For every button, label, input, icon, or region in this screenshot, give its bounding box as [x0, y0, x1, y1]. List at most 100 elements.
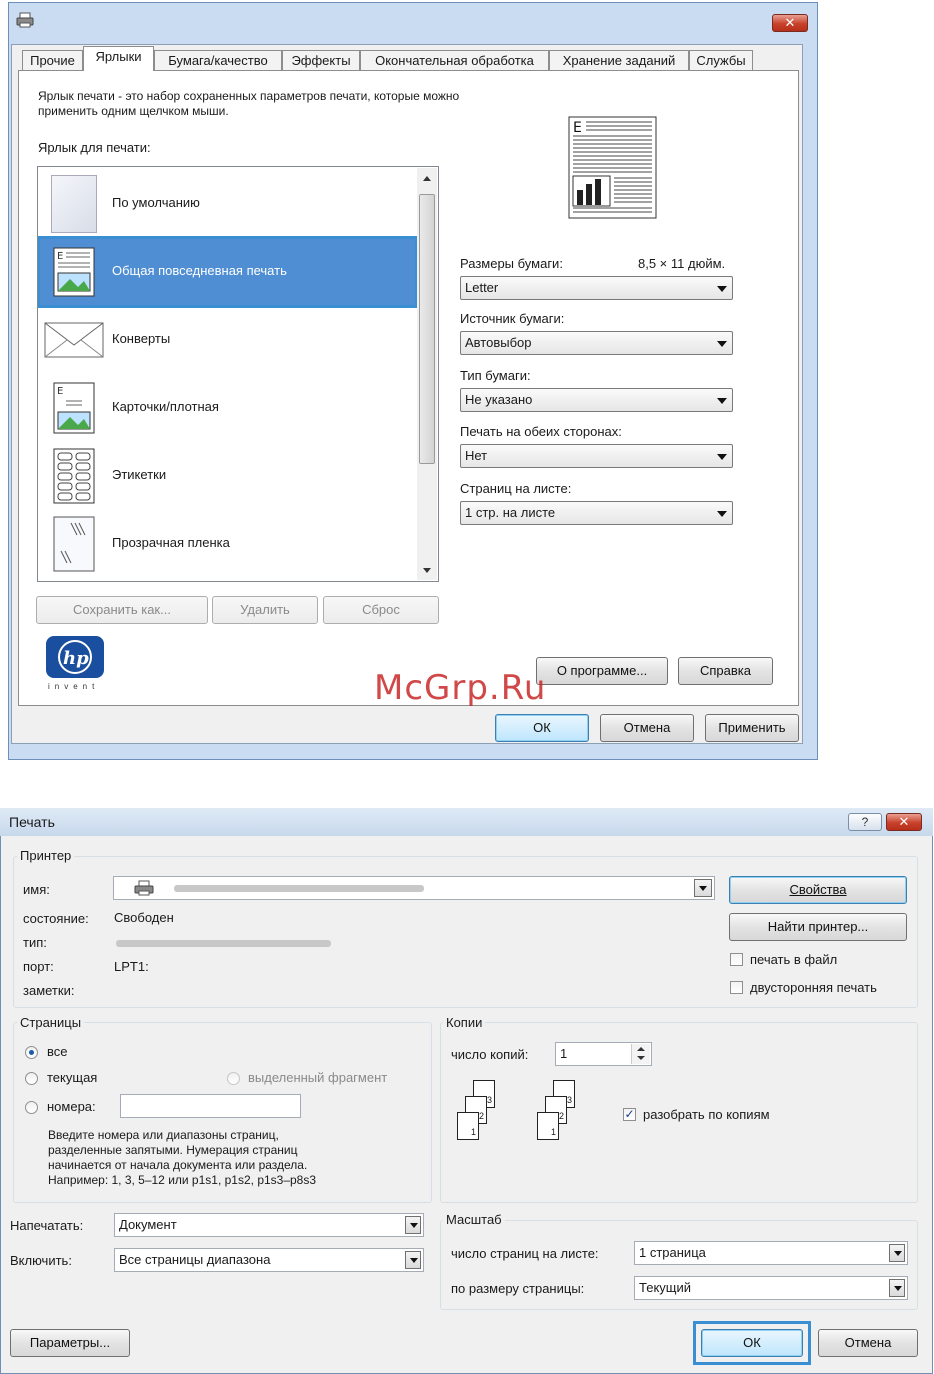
- collate-checkbox[interactable]: ✓: [623, 1108, 636, 1121]
- svg-text:hp: hp: [63, 648, 89, 669]
- selection-radio[interactable]: [227, 1072, 240, 1085]
- duplex-label-2: двусторонняя печать: [750, 980, 877, 995]
- chevron-down-icon: [717, 286, 727, 292]
- select-value: Все страницы диапазона: [119, 1252, 271, 1267]
- ok-button-2[interactable]: ОК: [701, 1329, 803, 1357]
- printer-icon: [16, 12, 34, 28]
- paper-source-select[interactable]: Автовыбор: [460, 331, 733, 355]
- hp-logo: hp invent: [44, 634, 106, 696]
- all-pages-radio[interactable]: [25, 1046, 38, 1059]
- tab-effects[interactable]: Эффекты: [282, 50, 360, 70]
- scale-select[interactable]: Текущий: [634, 1276, 908, 1300]
- include-select[interactable]: Все страницы диапазона: [114, 1248, 424, 1272]
- pages-hint-line-3: начинается от начала документа или разде…: [48, 1158, 308, 1172]
- select-value: Letter: [465, 280, 499, 295]
- shortcut-envelopes[interactable]: Конверты: [39, 306, 416, 374]
- document-preview: E: [568, 116, 657, 219]
- shortcut-default[interactable]: По умолчанию: [39, 170, 416, 238]
- select-value: Документ: [119, 1217, 177, 1232]
- current-page-label: текущая: [47, 1070, 98, 1085]
- close-button-2[interactable]: ✕: [886, 813, 922, 831]
- tab-services[interactable]: Службы: [689, 50, 753, 70]
- pages-per-sheet-select[interactable]: 1 стр. на листе: [460, 501, 733, 525]
- copies-group-label: Копии: [443, 1015, 486, 1030]
- printer-group-label: Принтер: [17, 848, 75, 863]
- shortcut-labels[interactable]: Этикетки: [39, 442, 416, 510]
- chevron-down-icon: [717, 398, 727, 404]
- ok-button[interactable]: ОК: [495, 714, 589, 742]
- title-bar: [0, 808, 933, 836]
- select-value: Текущий: [639, 1280, 691, 1295]
- scroll-up-arrow-icon[interactable]: [423, 176, 431, 181]
- dropdown-button[interactable]: [889, 1279, 905, 1297]
- pages-per-sheet-select-2[interactable]: 1 страница: [634, 1241, 908, 1265]
- options-button[interactable]: Параметры...: [10, 1329, 130, 1357]
- pages-hint-line-4: Например: 1, 3, 5–12 или p1s1, p1s2, p1s…: [48, 1173, 317, 1187]
- close-button[interactable]: ✕: [772, 14, 808, 32]
- reset-button[interactable]: Сброс: [323, 596, 439, 624]
- tab-finishing[interactable]: Окончательная обработка: [360, 50, 549, 70]
- paper-type-select[interactable]: Не указано: [460, 388, 733, 412]
- chevron-down-icon: [410, 1223, 418, 1228]
- shortcut-list[interactable]: По умолчанию E Общая повседневная печать…: [37, 166, 439, 582]
- scrollbar-thumb[interactable]: [419, 194, 435, 464]
- selection-label: выделенный фрагмент: [248, 1070, 388, 1085]
- question-icon: ?: [861, 815, 869, 829]
- help-title-button[interactable]: ?: [848, 813, 882, 831]
- paper-size-label: Размеры бумаги:: [460, 256, 563, 271]
- svg-text:E: E: [57, 386, 63, 397]
- status-value: Свободен: [114, 910, 174, 925]
- current-page-radio[interactable]: [25, 1072, 38, 1085]
- tab-other[interactable]: Прочие: [22, 50, 83, 70]
- list-scrollbar[interactable]: [417, 168, 437, 580]
- shortcut-label: Общая повседневная печать: [112, 263, 287, 278]
- find-printer-button[interactable]: Найти принтер...: [729, 913, 907, 941]
- dropdown-button[interactable]: [405, 1251, 421, 1269]
- page-numbers-radio[interactable]: [25, 1101, 38, 1114]
- shortcut-transparency[interactable]: Прозрачная пленка: [39, 510, 416, 578]
- cancel-button-2[interactable]: Отмена: [818, 1329, 918, 1357]
- page-numbers-input[interactable]: [120, 1094, 301, 1118]
- shortcut-cardstock[interactable]: E Карточки/плотная: [39, 374, 416, 442]
- envelope-icon: [43, 311, 105, 369]
- apply-button[interactable]: Применить: [705, 714, 799, 742]
- paper-size-select[interactable]: Letter: [460, 276, 733, 300]
- dropdown-button[interactable]: [405, 1216, 421, 1234]
- chevron-down-icon: [717, 341, 727, 347]
- properties-button[interactable]: Свойства: [729, 876, 907, 904]
- tab-paper-quality[interactable]: Бумага/качество: [154, 50, 282, 70]
- paper-type-label: Тип бумаги:: [460, 368, 531, 383]
- save-as-button[interactable]: Сохранить как...: [36, 596, 208, 624]
- chevron-down-icon: [894, 1286, 902, 1291]
- paper-size-value: 8,5 × 11 дюйм.: [638, 256, 726, 271]
- spinner-arrows-icon[interactable]: [631, 1044, 650, 1064]
- select-value: Не указано: [465, 392, 533, 407]
- tab-job-storage[interactable]: Хранение заданий: [549, 50, 689, 70]
- dropdown-button[interactable]: [694, 879, 712, 897]
- button-label: Свойства: [789, 882, 847, 897]
- dropdown-button[interactable]: [889, 1244, 905, 1262]
- copies-spinner[interactable]: 1: [555, 1042, 652, 1066]
- pages-hint-line-1: Введите номера или диапазоны страниц,: [48, 1128, 279, 1142]
- logo-tagline: invent: [48, 682, 100, 691]
- redacted-printer-type: [116, 940, 331, 947]
- print-to-file-label: печать в файл: [750, 952, 838, 967]
- cancel-button[interactable]: Отмена: [600, 714, 694, 742]
- printer-name-select[interactable]: [113, 876, 715, 900]
- duplex-select[interactable]: Нет: [460, 444, 733, 468]
- duplex-checkbox[interactable]: [730, 981, 743, 994]
- print-what-select[interactable]: Документ: [114, 1213, 424, 1237]
- about-button[interactable]: О программе...: [536, 657, 668, 685]
- chevron-down-icon: [699, 886, 707, 891]
- shortcut-list-label: Ярлык для печати:: [38, 140, 151, 155]
- print-what-label: Напечатать:: [10, 1218, 84, 1233]
- delete-button[interactable]: Удалить: [212, 596, 318, 624]
- include-label: Включить:: [10, 1253, 72, 1268]
- scroll-down-arrow-icon[interactable]: [423, 568, 431, 573]
- paper-source-label: Источник бумаги:: [460, 311, 565, 326]
- tab-shortcuts[interactable]: Ярлыки: [83, 46, 154, 71]
- close-icon: ✕: [898, 814, 910, 829]
- shortcut-everyday[interactable]: E Общая повседневная печать: [38, 236, 418, 308]
- print-to-file-checkbox[interactable]: [730, 953, 743, 966]
- help-button[interactable]: Справка: [678, 657, 773, 685]
